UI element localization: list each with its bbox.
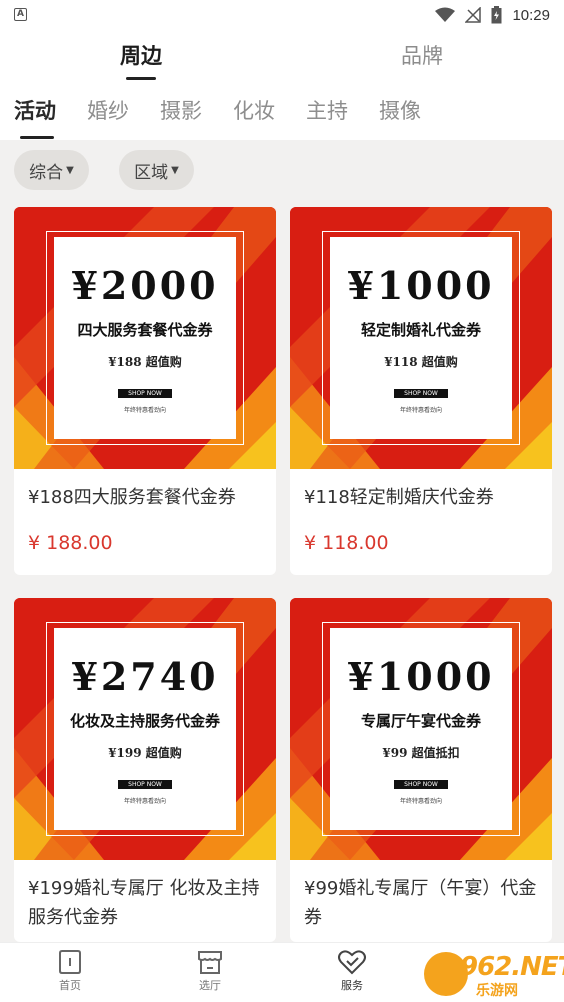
- coupon-price: ¥118 超值购: [384, 355, 458, 369]
- nav-service-label: 服务: [341, 979, 363, 992]
- product-price: ¥ 188.00: [28, 532, 113, 554]
- watermark-logo: 962.NET 乐游网: [424, 950, 564, 999]
- product-image: ¥1000 轻定制婚礼代金券 ¥118 超值购 SHOP NOW 年终特惠看劲向: [290, 207, 552, 469]
- product-card[interactable]: ¥2000 四大服务套餐代金券 ¥188 超值购 SHOP NOW 年终特惠看劲…: [14, 207, 276, 575]
- product-image: ¥1000 专属厅午宴代金券 ¥99 超值抵扣 SHOP NOW 年终特惠看劲向: [290, 598, 552, 860]
- home-icon: [59, 950, 81, 974]
- watermark-subtitle: 乐游网: [476, 983, 518, 999]
- clock: 10:29: [512, 6, 550, 24]
- caret-down-icon: ▼: [171, 164, 179, 176]
- shop-icon: [198, 951, 222, 974]
- coupon-card: ¥2000 四大服务套餐代金券 ¥188 超值购 SHOP NOW 年终特惠看劲…: [54, 237, 236, 439]
- tab-nearby[interactable]: 周边: [120, 40, 162, 70]
- status-icons: 10:29: [435, 4, 550, 26]
- category-tab-videography[interactable]: 摄像: [379, 95, 421, 125]
- caret-down-icon: ▼: [66, 164, 74, 176]
- battery-icon: [491, 6, 502, 24]
- filter-area-button[interactable]: 区域 ▼: [119, 150, 194, 190]
- active-tab-indicator: [126, 77, 156, 80]
- shop-now-badge: SHOP NOW: [394, 389, 448, 398]
- filter-area-label: 区域: [134, 162, 169, 183]
- heart-check-icon: [338, 950, 366, 975]
- shop-now-badge: SHOP NOW: [118, 389, 172, 398]
- shop-now-badge: SHOP NOW: [394, 780, 448, 789]
- tab-brand[interactable]: 品牌: [401, 40, 443, 70]
- coupon-price: ¥99 超值抵扣: [382, 746, 460, 760]
- category-tab-activity[interactable]: 活动: [14, 95, 56, 125]
- active-category-indicator: [20, 136, 54, 139]
- category-tab-bar: 活动 婚纱 摄影 化妆 主持 摄像: [0, 82, 564, 140]
- coupon-footnote: 年终特惠看劲向: [123, 407, 166, 414]
- product-price: ¥ 118.00: [304, 532, 389, 554]
- coupon-amount: ¥2740: [71, 654, 219, 699]
- category-tab-wedding-dress[interactable]: 婚纱: [87, 95, 129, 125]
- coupon-amount: ¥2000: [71, 263, 219, 308]
- coupon-card: ¥1000 专属厅午宴代金券 ¥99 超值抵扣 SHOP NOW 年终特惠看劲向: [330, 628, 512, 830]
- coupon-description: 专属厅午宴代金券: [360, 712, 481, 730]
- category-tab-host[interactable]: 主持: [306, 95, 348, 125]
- nav-home[interactable]: 首页: [40, 949, 100, 993]
- top-tab-bar: 周边 品牌: [0, 30, 564, 82]
- coupon-footnote: 年终特惠看劲向: [399, 798, 442, 805]
- nav-home-label: 首页: [59, 979, 81, 992]
- coupon-card: ¥1000 轻定制婚礼代金券 ¥118 超值购 SHOP NOW 年终特惠看劲向: [330, 237, 512, 439]
- watermark-brand: 962.NET: [460, 952, 564, 982]
- coupon-footnote: 年终特惠看劲向: [399, 407, 442, 414]
- coupon-card: ¥2740 化妆及主持服务代金券 ¥199 超值购 SHOP NOW 年终特惠看…: [54, 628, 236, 830]
- coupon-description: 四大服务套餐代金券: [77, 321, 213, 339]
- product-title: ¥118轻定制婚庆代金券: [304, 487, 494, 508]
- category-tab-makeup[interactable]: 化妆: [233, 95, 275, 125]
- nav-venue[interactable]: 选厅: [180, 949, 240, 993]
- product-card[interactable]: ¥1000 轻定制婚礼代金券 ¥118 超值购 SHOP NOW 年终特惠看劲向…: [290, 207, 552, 575]
- nav-service[interactable]: 服务: [322, 949, 382, 993]
- product-card[interactable]: ¥1000 专属厅午宴代金券 ¥99 超值抵扣 SHOP NOW 年终特惠看劲向…: [290, 598, 552, 942]
- coupon-price: ¥199 超值购: [108, 746, 182, 760]
- product-title: ¥199婚礼专属厅 化妆及主持服务代金券: [28, 878, 260, 928]
- product-image: ¥2740 化妆及主持服务代金券 ¥199 超值购 SHOP NOW 年终特惠看…: [14, 598, 276, 860]
- coupon-amount: ¥1000: [347, 263, 495, 308]
- product-image: ¥2000 四大服务套餐代金券 ¥188 超值购 SHOP NOW 年终特惠看劲…: [14, 207, 276, 469]
- sim-indicator-icon: A: [14, 8, 27, 21]
- product-title: ¥188四大服务套餐代金券: [28, 487, 236, 508]
- shop-now-badge: SHOP NOW: [118, 780, 172, 789]
- coupon-description: 轻定制婚礼代金券: [360, 321, 481, 339]
- no-signal-icon: [465, 7, 482, 23]
- coupon-amount: ¥1000: [347, 654, 495, 699]
- filter-bar: 综合 ▼ 区域 ▼: [0, 140, 564, 196]
- wifi-icon: [435, 7, 456, 22]
- coupon-price: ¥188 超值购: [108, 355, 182, 369]
- status-bar: A 10:29: [0, 0, 564, 30]
- product-card[interactable]: ¥2740 化妆及主持服务代金券 ¥199 超值购 SHOP NOW 年终特惠看…: [14, 598, 276, 942]
- category-tab-photography[interactable]: 摄影: [160, 95, 202, 125]
- coupon-description: 化妆及主持服务代金券: [69, 712, 220, 730]
- product-title: ¥99婚礼专属厅（午宴）代金券: [304, 878, 537, 928]
- filter-sort-button[interactable]: 综合 ▼: [14, 150, 89, 190]
- nav-venue-label: 选厅: [199, 979, 221, 992]
- coupon-footnote: 年终特惠看劲向: [123, 798, 166, 805]
- filter-sort-label: 综合: [29, 162, 64, 183]
